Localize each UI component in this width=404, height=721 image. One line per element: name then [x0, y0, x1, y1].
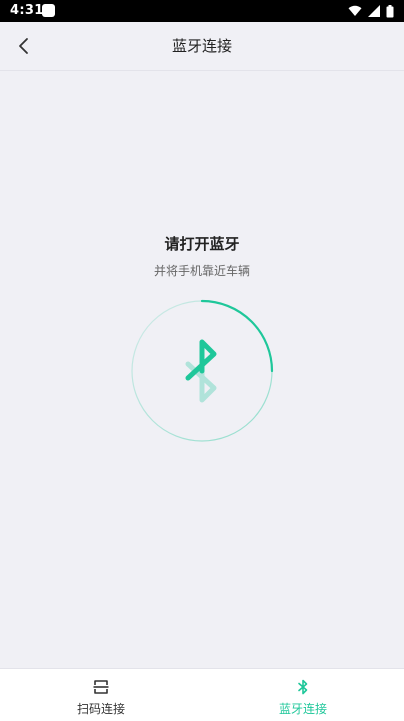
scan-icon — [93, 680, 109, 694]
main-content: 请打开蓝牙 并将手机靠近车辆 — [0, 71, 404, 668]
status-bar: 4:31 — [0, 0, 404, 22]
page-title: 蓝牙连接 — [171, 37, 232, 55]
scan-ring-arc — [200, 299, 274, 373]
notification-icon — [42, 4, 55, 17]
bluetooth-scan-indicator — [131, 299, 274, 442]
bottom-nav: 扫码连接 蓝牙连接 — [0, 668, 404, 721]
bluetooth-icon — [298, 679, 308, 695]
signal-icon — [368, 5, 380, 17]
status-time: 4:31 — [10, 3, 44, 18]
wifi-icon — [348, 5, 362, 16]
battery-icon — [386, 4, 394, 17]
bluetooth-icon — [185, 339, 217, 403]
tab-scan-connect[interactable]: 扫码连接 — [0, 669, 202, 721]
prompt-subtitle: 并将手机靠近车辆 — [153, 264, 250, 278]
status-icons — [348, 4, 394, 18]
tab-bluetooth-connect-label: 蓝牙连接 — [278, 702, 327, 716]
app-bar: 蓝牙连接 — [0, 22, 404, 71]
tab-scan-connect-label: 扫码连接 — [76, 702, 125, 716]
prompt-title: 请打开蓝牙 — [164, 235, 240, 253]
tab-bluetooth-connect[interactable]: 蓝牙连接 — [202, 669, 404, 721]
